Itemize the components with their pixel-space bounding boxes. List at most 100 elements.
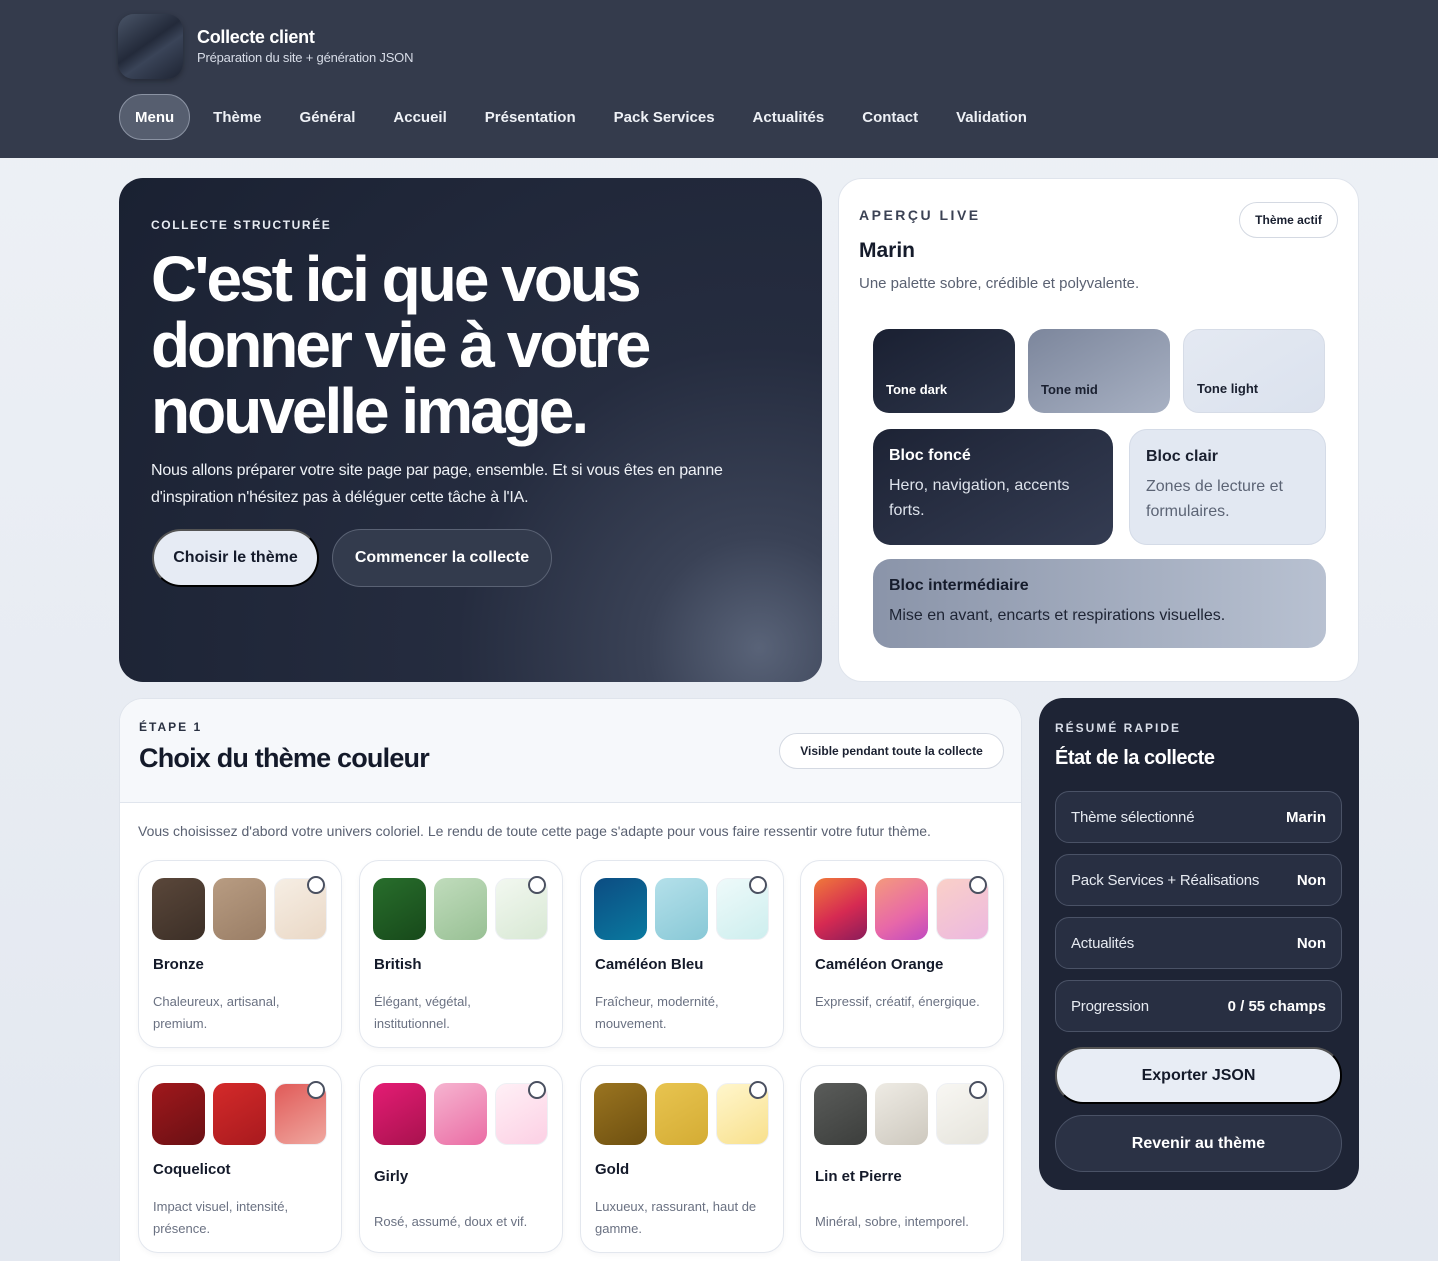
nav-item-actualites[interactable]: Actualités: [734, 94, 844, 140]
theme-description: Fraîcheur, modernité, mouvement.: [595, 994, 719, 1031]
theme-description: Expressif, créatif, énergique.: [815, 994, 980, 1009]
theme-radio[interactable]: [749, 1081, 767, 1099]
theme-radio[interactable]: [307, 876, 325, 894]
theme-card-cameleon-bleu[interactable]: Caméléon Bleu Fraîcheur, modernité, mouv…: [580, 860, 784, 1048]
summary-value: Non: [1296, 934, 1326, 952]
theme-name: Bronze: [153, 956, 204, 973]
bloc-light-description: Zones de lecture et formulaires.: [1146, 478, 1283, 520]
theme-description: Rosé, assumé, doux et vif.: [374, 1214, 528, 1229]
swatch-mid: [434, 878, 487, 940]
brand-logo: [118, 14, 183, 79]
nav-item-accueil[interactable]: Accueil: [374, 94, 465, 140]
step-description: Vous choisissez d'abord votre univers co…: [138, 823, 931, 839]
swatch-dark: [373, 878, 426, 940]
theme-radio[interactable]: [528, 1081, 546, 1099]
summary-label: Progression: [1071, 997, 1149, 1015]
theme-radio[interactable]: [969, 1081, 987, 1099]
nav-item-presentation[interactable]: Présentation: [466, 94, 595, 140]
quick-summary-panel: RÉSUMÉ RAPIDE État de la collecte Thème …: [1039, 698, 1359, 1190]
tone-mid-swatch: Tone mid: [1028, 329, 1170, 413]
tone-dark-swatch: Tone dark: [873, 329, 1015, 413]
choose-theme-button[interactable]: Choisir le thème: [152, 529, 319, 587]
theme-description: Chaleureux, artisanal, premium.: [153, 994, 280, 1031]
bloc-mid-description: Mise en avant, encarts et respirations v…: [889, 607, 1226, 624]
swatch-dark: [594, 1083, 647, 1145]
live-preview-panel: APERÇU LIVE Thème actif Marin Une palett…: [838, 178, 1359, 682]
theme-radio[interactable]: [749, 876, 767, 894]
theme-card-bronze[interactable]: Bronze Chaleureux, artisanal, premium.: [138, 860, 342, 1048]
swatch-dark: [152, 1083, 205, 1145]
visibility-badge: Visible pendant toute la collecte: [779, 733, 1004, 769]
summary-row-actualites: Actualités Non: [1055, 917, 1342, 969]
theme-name: British: [374, 956, 422, 973]
nav-item-theme[interactable]: Thème: [194, 94, 280, 140]
swatch-dark: [373, 1083, 426, 1145]
theme-card-coquelicot[interactable]: Coquelicot Impact visuel, intensité, pré…: [138, 1065, 342, 1253]
theme-description: Impact visuel, intensité, présence.: [153, 1199, 289, 1236]
theme-description: Élégant, végétal, institutionnel.: [374, 994, 471, 1031]
summary-value: 0 / 55 champs: [1227, 997, 1326, 1015]
swatch-dark: [152, 878, 205, 940]
summary-title: État de la collecte: [1055, 747, 1215, 769]
theme-name: Gold: [595, 1161, 630, 1178]
summary-label: Thème sélectionné: [1071, 808, 1195, 826]
swatch-mid: [213, 878, 266, 940]
swatch-dark: [594, 878, 647, 940]
theme-name: Caméléon Bleu: [595, 956, 704, 973]
active-theme-badge: Thème actif: [1239, 202, 1338, 238]
summary-value: Marin: [1285, 808, 1326, 826]
theme-radio[interactable]: [307, 1081, 325, 1099]
tone-light-swatch: Tone light: [1183, 329, 1325, 413]
step-kicker: ÉTAPE 1: [139, 720, 203, 734]
preview-theme-name: Marin: [859, 239, 916, 262]
swatch-mid: [655, 878, 708, 940]
summary-kicker: RÉSUMÉ RAPIDE: [1055, 721, 1182, 735]
theme-radio[interactable]: [969, 876, 987, 894]
theme-description: Luxueux, rassurant, haut de gamme.: [595, 1199, 757, 1236]
step-header: ÉTAPE 1 Choix du thème couleur Visible p…: [120, 699, 1021, 803]
nav-item-general[interactable]: Général: [281, 94, 375, 140]
theme-card-british[interactable]: British Élégant, végétal, institutionnel…: [359, 860, 563, 1048]
swatch-dark: [814, 1083, 867, 1145]
bloc-dark: Bloc foncé Hero, navigation, accents for…: [873, 429, 1113, 545]
theme-description: Minéral, sobre, intemporel.: [815, 1214, 969, 1229]
theme-radio[interactable]: [528, 876, 546, 894]
hero-description: Nous allons préparer votre site page par…: [151, 462, 723, 506]
swatch-mid: [434, 1083, 487, 1145]
hero-kicker: COLLECTE STRUCTURÉE: [151, 218, 332, 232]
nav-item-contact[interactable]: Contact: [843, 94, 937, 140]
hero-title: C'est ici que vous donner vie à votre no…: [151, 243, 651, 447]
theme-name: Caméléon Orange: [815, 956, 944, 973]
summary-row-theme: Thème sélectionné Marin: [1055, 791, 1342, 843]
bloc-light-title: Bloc clair: [1146, 448, 1219, 465]
theme-card-cameleon-orange[interactable]: Caméléon Orange Expressif, créatif, éner…: [800, 860, 1004, 1048]
bloc-dark-title: Bloc foncé: [889, 447, 971, 464]
bloc-dark-description: Hero, navigation, accents forts.: [889, 477, 1070, 519]
theme-card-lin-et-pierre[interactable]: Lin et Pierre Minéral, sobre, intemporel…: [800, 1065, 1004, 1253]
theme-card-gold[interactable]: Gold Luxueux, rassurant, haut de gamme.: [580, 1065, 784, 1253]
bloc-mid: Bloc intermédiaire Mise en avant, encart…: [873, 559, 1326, 648]
export-json-button[interactable]: Exporter JSON: [1055, 1047, 1342, 1104]
main-nav: Menu Thème Général Accueil Présentation …: [119, 94, 1046, 140]
nav-item-menu[interactable]: Menu: [119, 94, 191, 140]
bloc-light: Bloc clair Zones de lecture et formulair…: [1129, 429, 1326, 545]
preview-theme-description: Une palette sobre, crédible et polyvalen…: [859, 275, 1140, 292]
bloc-mid-title: Bloc intermédiaire: [889, 577, 1029, 594]
summary-label: Actualités: [1071, 934, 1135, 952]
preview-kicker: APERÇU LIVE: [859, 207, 981, 223]
summary-value: Non: [1296, 871, 1326, 889]
top-bar: Collecte client Préparation du site + gé…: [0, 0, 1438, 158]
theme-name: Lin et Pierre: [815, 1168, 902, 1185]
swatch-mid: [655, 1083, 708, 1145]
theme-name: Girly: [374, 1168, 409, 1185]
theme-choice-panel: ÉTAPE 1 Choix du thème couleur Visible p…: [119, 698, 1022, 1261]
swatch-mid: [213, 1083, 266, 1145]
step-title: Choix du thème couleur: [139, 743, 430, 773]
summary-row-pack-services: Pack Services + Réalisations Non: [1055, 854, 1342, 906]
start-collection-button[interactable]: Commencer la collecte: [332, 529, 552, 587]
swatch-mid: [875, 1083, 928, 1145]
theme-card-girly[interactable]: Girly Rosé, assumé, doux et vif.: [359, 1065, 563, 1253]
back-to-theme-button[interactable]: Revenir au thème: [1055, 1115, 1342, 1172]
nav-item-pack-services[interactable]: Pack Services: [595, 94, 734, 140]
nav-item-validation[interactable]: Validation: [937, 94, 1046, 140]
